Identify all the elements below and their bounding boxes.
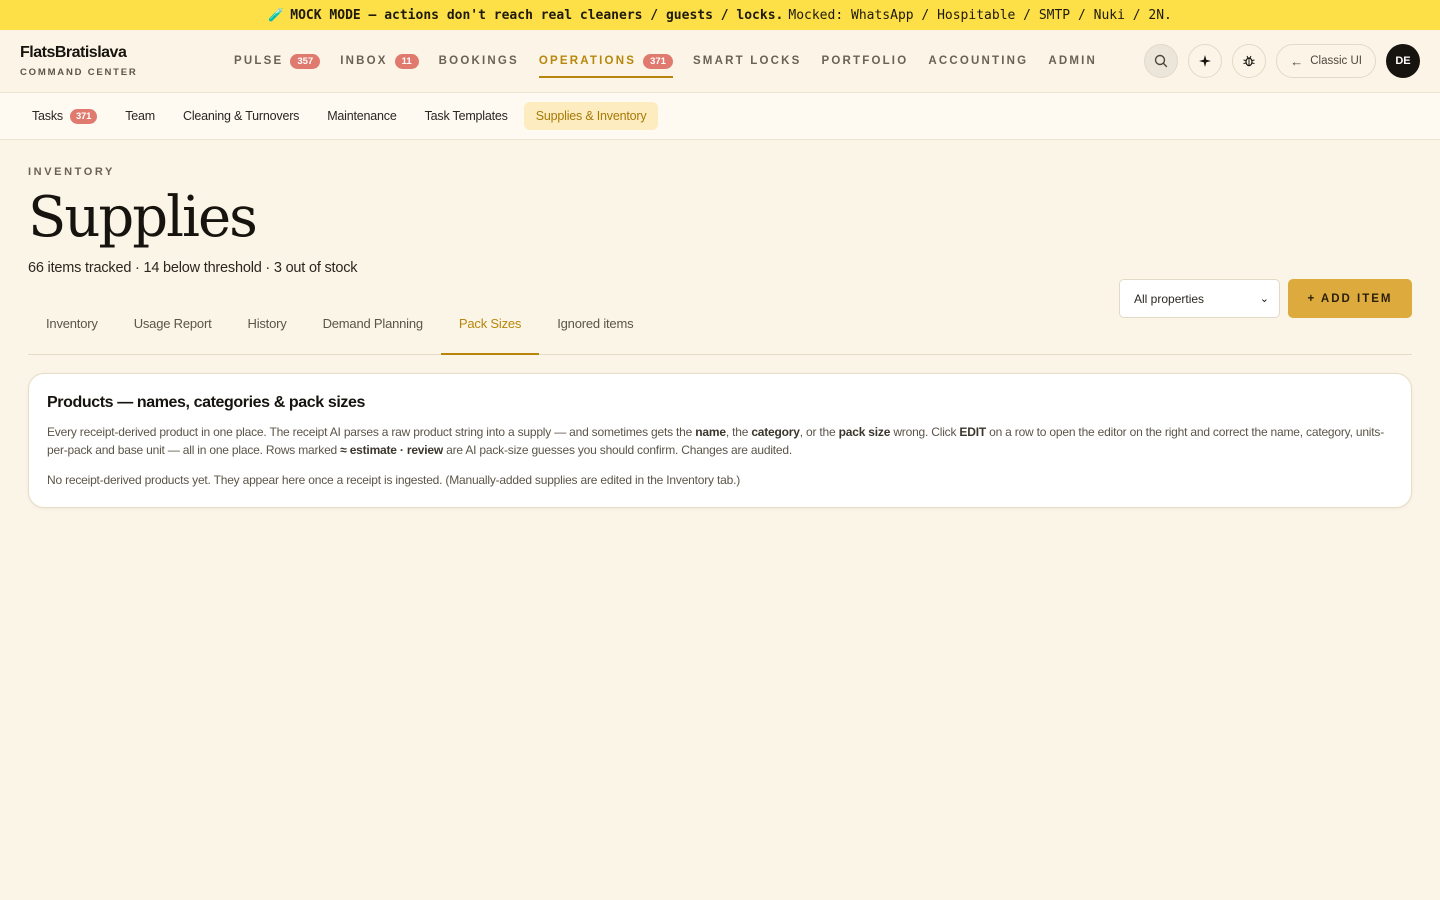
- test-tube-icon: 🧪: [268, 7, 285, 23]
- sparkle-icon: [1199, 55, 1212, 67]
- page-actions: All properties ⌄ + ADD ITEM: [1119, 279, 1412, 318]
- nav-smart-locks[interactable]: SMART LOCKS: [693, 30, 802, 93]
- page-summary: 66 items tracked · 14 below threshold · …: [28, 260, 358, 276]
- nav-portfolio[interactable]: PORTFOLIO: [821, 30, 908, 93]
- classic-ui-label: Classic UI: [1310, 55, 1362, 67]
- nav-label: SMART LOCKS: [692, 55, 802, 67]
- desc-bold: EDIT: [959, 425, 986, 439]
- nav-label: INBOX: [340, 55, 388, 67]
- tab-history[interactable]: History: [230, 314, 305, 355]
- nav-badge: 11: [394, 53, 419, 69]
- mock-mode-banner: 🧪 MOCK MODE — actions don't reach real c…: [0, 0, 1440, 30]
- subnav-maintenance[interactable]: Maintenance: [315, 102, 408, 130]
- main-nav: PULSE 357 INBOX 11 BOOKINGS OPERATIONS 3…: [234, 30, 1117, 93]
- nav-label: PORTFOLIO: [821, 55, 909, 67]
- nav-label: ACCOUNTING: [928, 55, 1029, 67]
- card-description: Every receipt-derived product in one pla…: [47, 423, 1393, 459]
- property-select[interactable]: All properties ⌄: [1119, 279, 1280, 318]
- add-item-button[interactable]: + ADD ITEM: [1288, 279, 1412, 318]
- nav-label: BOOKINGS: [438, 55, 519, 67]
- desc-bold: ≈ estimate · review: [340, 443, 444, 457]
- subnav-label: Maintenance: [327, 109, 397, 123]
- ai-assistant-button[interactable]: [1188, 44, 1223, 78]
- desc-bold: category: [751, 425, 800, 439]
- bug-icon: [1243, 55, 1255, 67]
- subnav-label: Team: [125, 109, 155, 123]
- avatar[interactable]: DE: [1386, 44, 1420, 78]
- debug-button[interactable]: [1232, 44, 1267, 78]
- arrow-left-icon: ←: [1290, 53, 1304, 69]
- nav-inbox[interactable]: INBOX 11: [340, 30, 419, 93]
- nav-label: OPERATIONS: [538, 55, 637, 67]
- nav-pulse[interactable]: PULSE 357: [234, 30, 321, 93]
- subnav-label: Task Templates: [424, 109, 508, 123]
- subnav-cleaning-turnovers[interactable]: Cleaning & Turnovers: [171, 102, 311, 130]
- subnav-label: Tasks: [32, 109, 63, 123]
- sub-nav: Tasks 371 Team Cleaning & Turnovers Main…: [0, 93, 1440, 140]
- nav-admin[interactable]: ADMIN: [1048, 30, 1097, 93]
- desc-text: wrong. Click: [890, 425, 960, 439]
- subnav-supplies-inventory[interactable]: Supplies & Inventory: [523, 102, 659, 130]
- chevron-down-icon: ⌄: [1259, 293, 1269, 305]
- classic-ui-button[interactable]: ← Classic UI: [1276, 44, 1376, 78]
- tab-ignored-items[interactable]: Ignored items: [539, 314, 651, 355]
- desc-text: , the: [725, 425, 752, 439]
- top-header: FlatsBratislava COMMAND CENTER PULSE 357…: [0, 30, 1440, 93]
- property-select-value: All properties: [1134, 291, 1205, 306]
- subnav-label: Supplies & Inventory: [535, 109, 647, 123]
- nav-badge: 371: [643, 53, 673, 69]
- products-card: Products — names, categories & pack size…: [28, 373, 1412, 508]
- inventory-tabs: Inventory Usage Report History Demand Pl…: [28, 314, 1412, 355]
- empty-state-message: No receipt-derived products yet. They ap…: [47, 473, 740, 487]
- brand[interactable]: FlatsBratislava COMMAND CENTER: [20, 44, 220, 78]
- nav-operations[interactable]: OPERATIONS 371: [538, 30, 673, 93]
- nav-bookings[interactable]: BOOKINGS: [439, 30, 519, 93]
- desc-bold: name: [695, 425, 726, 439]
- nav-label: PULSE: [234, 55, 284, 67]
- search-button[interactable]: [1144, 44, 1179, 78]
- page-eyebrow: INVENTORY: [28, 166, 115, 178]
- mock-mode-warning: MOCK MODE — actions don't reach real cle…: [290, 7, 784, 23]
- nav-accounting[interactable]: ACCOUNTING: [928, 30, 1028, 93]
- tab-inventory[interactable]: Inventory: [28, 314, 116, 355]
- nav-label: ADMIN: [1048, 55, 1098, 67]
- nav-badge: 357: [290, 53, 321, 69]
- desc-bold: pack size: [838, 425, 891, 439]
- desc-text: , or the: [799, 425, 839, 439]
- brand-name: FlatsBratislava: [20, 44, 127, 61]
- tab-demand-planning[interactable]: Demand Planning: [305, 314, 441, 355]
- search-icon: [1155, 54, 1168, 68]
- subnav-team[interactable]: Team: [113, 102, 167, 130]
- subnav-tasks[interactable]: Tasks 371: [20, 102, 109, 131]
- top-actions: ← Classic UI DE: [1144, 44, 1420, 78]
- subnav-label: Cleaning & Turnovers: [183, 109, 300, 123]
- page-content: INVENTORY Supplies 66 items tracked · 14…: [0, 166, 1440, 508]
- tab-usage-report[interactable]: Usage Report: [116, 314, 230, 355]
- card-title: Products — names, categories & pack size…: [47, 394, 365, 411]
- tab-pack-sizes[interactable]: Pack Sizes: [440, 314, 540, 355]
- brand-subtitle: COMMAND CENTER: [20, 67, 138, 78]
- desc-text: are AI pack-size guesses you should conf…: [443, 443, 793, 457]
- subnav-task-templates[interactable]: Task Templates: [413, 102, 520, 130]
- page-title: Supplies: [28, 185, 258, 250]
- desc-text: Every receipt-derived product in one pla…: [47, 425, 696, 439]
- subnav-badge: 371: [69, 108, 98, 124]
- mock-mode-details: Mocked: WhatsApp / Hospitable / SMTP / N…: [788, 7, 1172, 23]
